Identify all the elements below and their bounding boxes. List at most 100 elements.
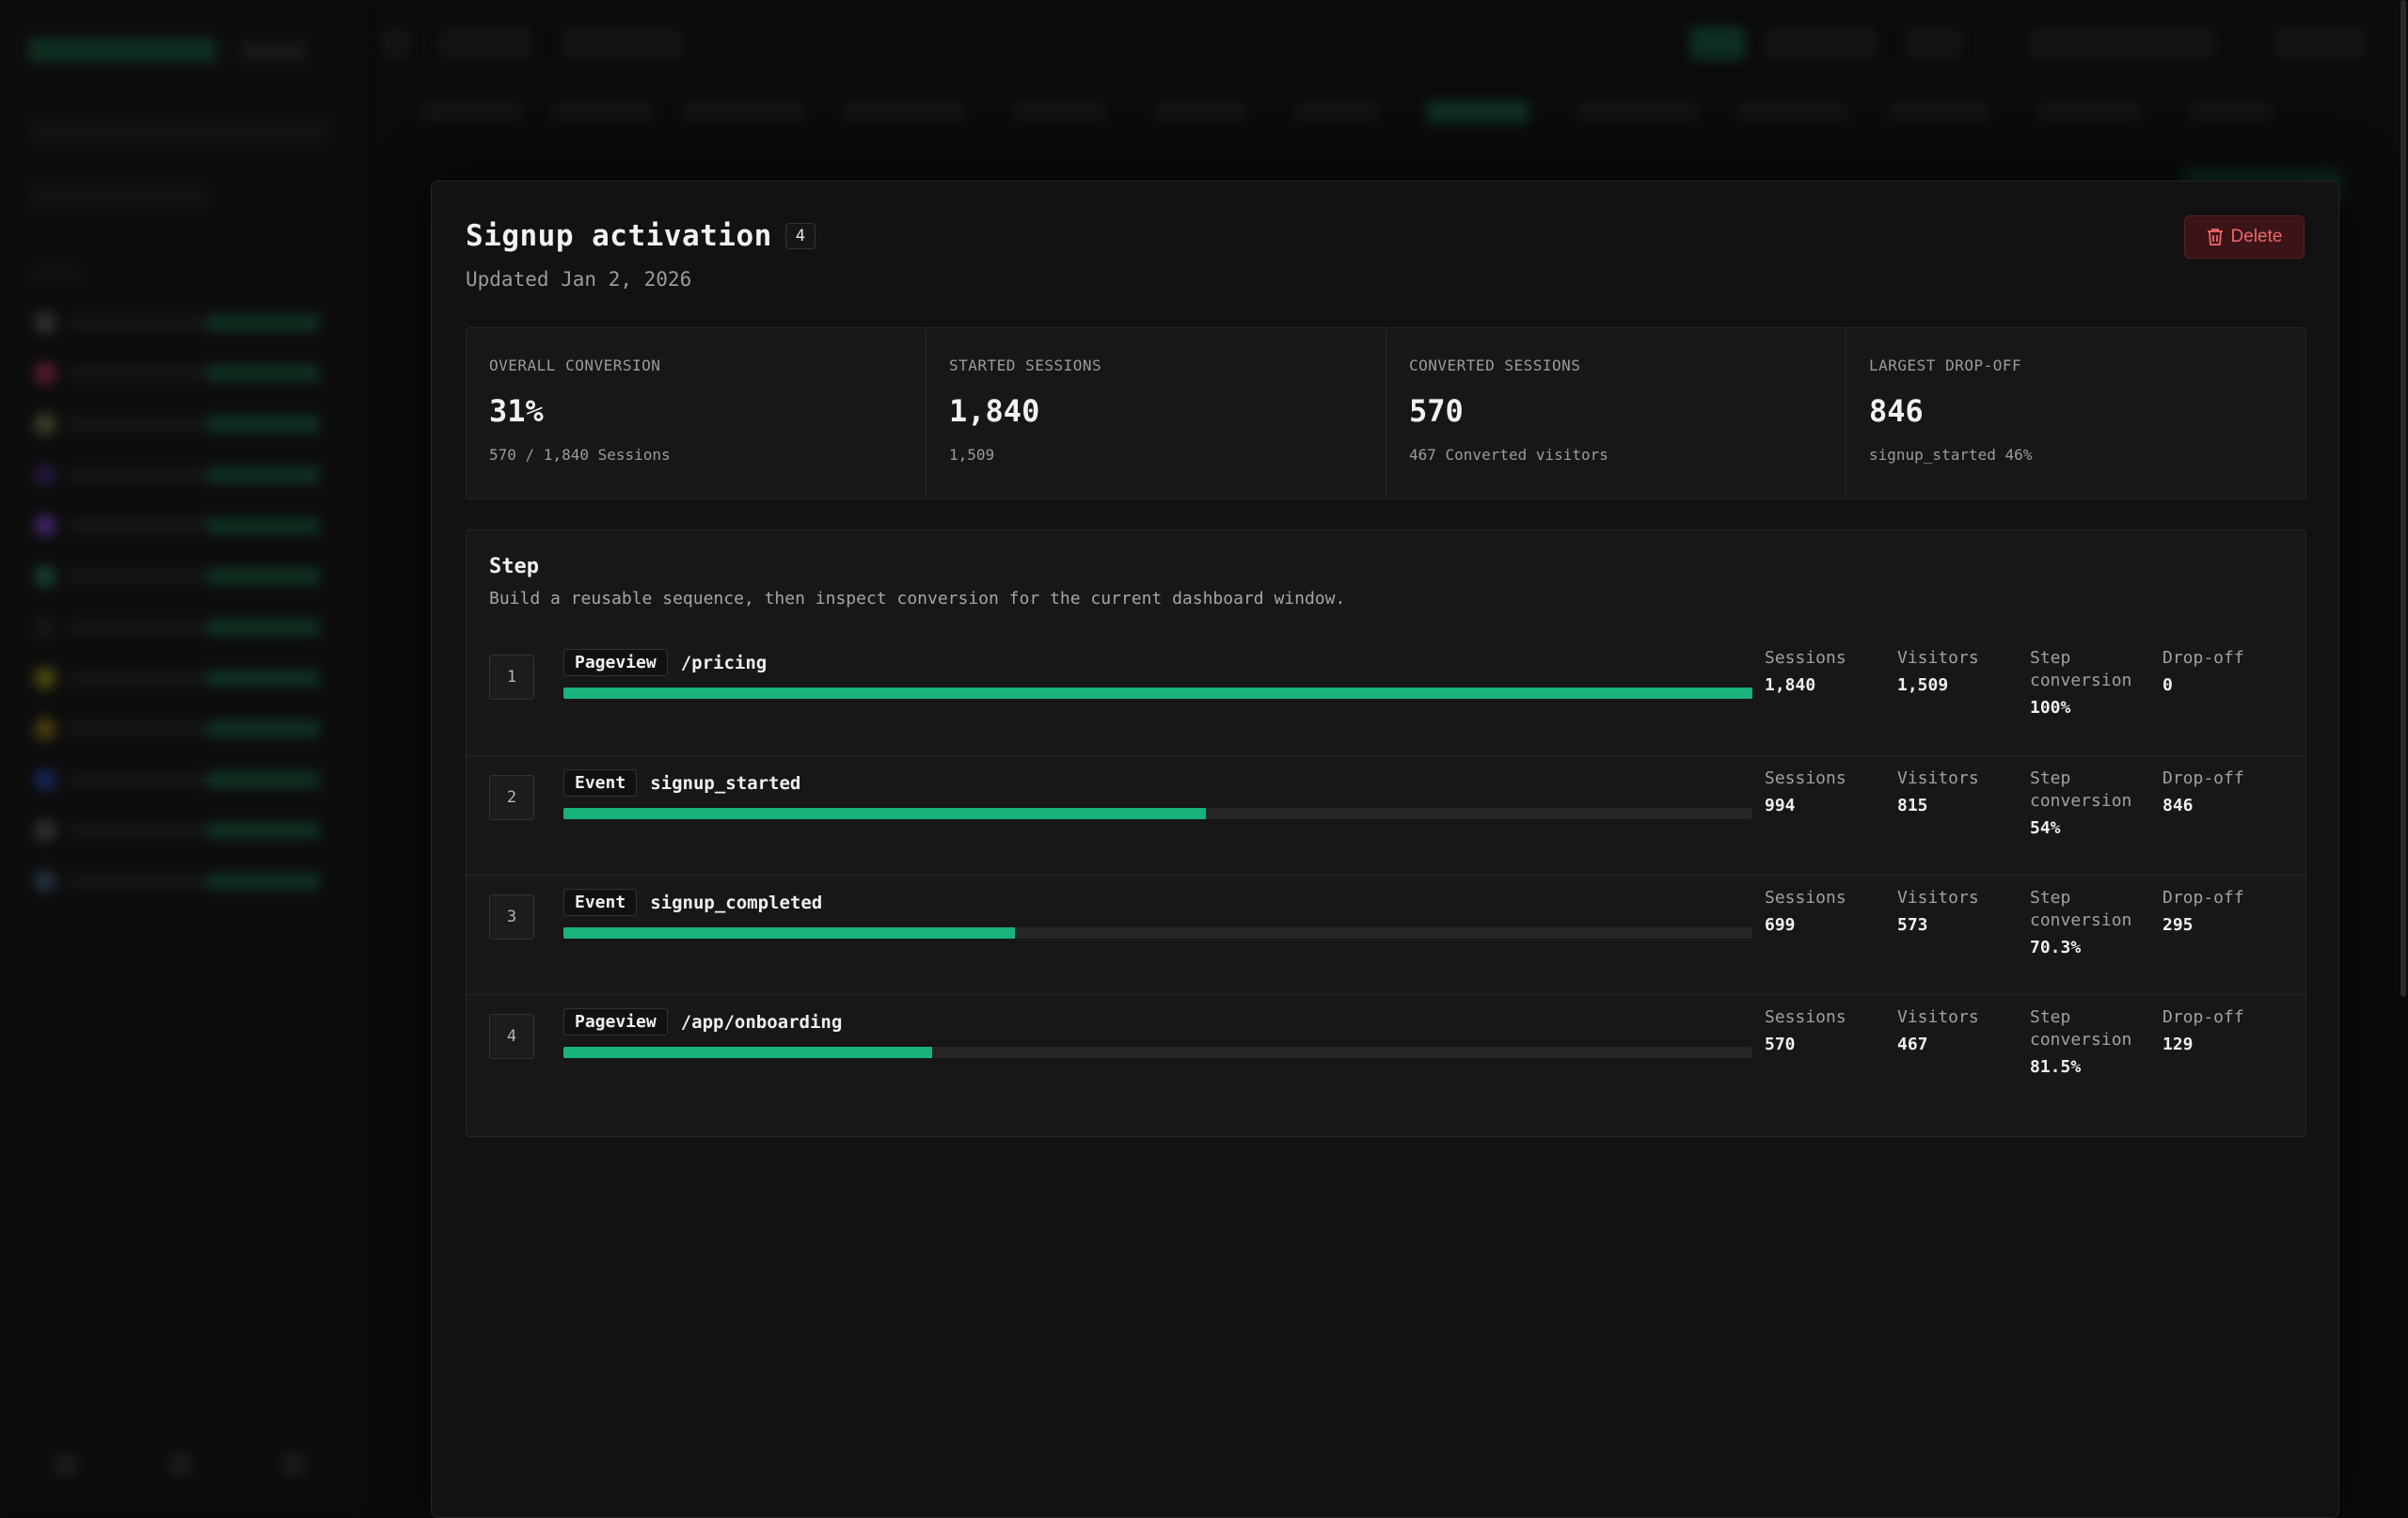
step-type-badge: Event	[563, 889, 638, 916]
background-topbar	[363, 0, 2408, 85]
delete-button-label: Delete	[2230, 227, 2283, 246]
step-progress-track	[563, 1047, 1752, 1058]
metric-visitors: Visitors 467	[1897, 1006, 1979, 1054]
stat-sub: 1,509	[949, 446, 995, 464]
step-number: 4	[489, 1014, 534, 1059]
background-site-item	[28, 410, 329, 438]
stat-label: LARGEST DROP-OFF	[1869, 356, 2022, 374]
stat-sub: 570 / 1,840 Sessions	[489, 446, 671, 464]
metric-label: Drop-off	[2162, 768, 2244, 788]
stat-sub: 467 Converted visitors	[1409, 446, 1608, 464]
stat-started-sessions: STARTED SESSIONS 1,840 1,509	[927, 328, 1386, 498]
step-number: 2	[489, 775, 534, 820]
metric-dropoff: Drop-off 295	[2162, 887, 2244, 935]
step-progress-fill	[563, 688, 1752, 699]
metric-label: Sessions	[1765, 768, 1846, 788]
step-label: Event signup_started	[563, 769, 800, 797]
background-site-item	[28, 867, 329, 895]
delete-button[interactable]: Delete	[2184, 215, 2305, 259]
step-type-badge: Event	[563, 769, 638, 797]
step-progress-fill	[563, 1047, 932, 1058]
metric-value: 129	[2162, 1035, 2194, 1054]
funnel-title: Signup activation	[466, 219, 772, 253]
stat-label: CONVERTED SESSIONS	[1409, 356, 1581, 374]
metric-label: conversion	[2030, 671, 2132, 690]
metric-label: conversion	[2030, 791, 2132, 811]
title-row: Signup activation 4	[466, 219, 816, 253]
background-tabs	[363, 89, 2408, 136]
metric-step-conversion: Step conversion 54%	[2030, 767, 2131, 838]
step-number: 3	[489, 894, 534, 940]
metric-value: 573	[1897, 915, 1928, 935]
metric-value: 100%	[2030, 698, 2071, 718]
metric-label: Drop-off	[2162, 1007, 2244, 1027]
background-site-item	[28, 816, 329, 845]
background-sidebar-row	[28, 184, 207, 209]
background-sidebar	[0, 0, 363, 1504]
page-scrollbar[interactable]	[2400, 0, 2406, 997]
step-progress-fill	[563, 927, 1016, 939]
metric-step-conversion: Step conversion 70.3%	[2030, 887, 2131, 957]
background-sidebar-row	[28, 118, 329, 142]
step-target: /app/onboarding	[680, 1011, 843, 1033]
step-target: signup_started	[650, 772, 801, 794]
metric-label: Drop-off	[2162, 888, 2244, 908]
step-target: /pricing	[680, 652, 768, 673]
metric-label: Sessions	[1765, 648, 1846, 668]
metric-value: 0	[2162, 675, 2173, 695]
metric-label: Drop-off	[2162, 648, 2244, 668]
step-label: Event signup_completed	[563, 889, 822, 916]
stat-converted-sessions: CONVERTED SESSIONS 570 467 Converted vis…	[1386, 328, 1846, 498]
metric-step-conversion: Step conversion 81.5%	[2030, 1006, 2131, 1077]
funnel-detail-modal: Signup activation 4 Updated Jan 2, 2026 …	[431, 181, 2339, 1518]
funnel-step-row[interactable]: 1 Pageview /pricing Sessions 1,840 Visit…	[467, 636, 2305, 755]
background-site-item	[28, 766, 329, 794]
metric-step-conversion: Step conversion 100%	[2030, 647, 2131, 718]
stat-value: 846	[1869, 393, 1924, 429]
metric-value: 815	[1897, 796, 1928, 815]
step-number: 1	[489, 655, 534, 700]
step-target: signup_completed	[650, 892, 823, 913]
metric-value: 54%	[2030, 818, 2061, 838]
metric-value: 699	[1765, 915, 1796, 935]
stat-value: 570	[1409, 393, 1464, 429]
background-footer-icon	[169, 1453, 192, 1476]
updated-timestamp: Updated Jan 2, 2026	[466, 268, 692, 291]
metric-label: Sessions	[1765, 1007, 1846, 1027]
metric-value: 70.3%	[2030, 938, 2082, 957]
metric-dropoff: Drop-off 846	[2162, 767, 2244, 815]
metric-dropoff: Drop-off 0	[2162, 647, 2244, 695]
stat-value: 31%	[489, 393, 544, 429]
metric-sessions: Sessions 1,840	[1765, 647, 1846, 695]
step-progress-track	[563, 808, 1752, 819]
metric-visitors: Visitors 815	[1897, 767, 1979, 815]
funnel-step-row[interactable]: 4 Pageview /app/onboarding Sessions 570 …	[467, 994, 2305, 1115]
background-footer-icon	[282, 1453, 305, 1476]
funnel-step-row[interactable]: 3 Event signup_completed Sessions 699 Vi…	[467, 875, 2305, 995]
metric-label: Step	[2030, 888, 2071, 908]
metric-visitors: Visitors 573	[1897, 887, 1979, 935]
funnel-step-row[interactable]: 2 Event signup_started Sessions 994 Visi…	[467, 755, 2305, 876]
metric-label: Visitors	[1897, 1007, 1979, 1027]
steps-title: Step	[489, 555, 539, 578]
metric-sessions: Sessions 570	[1765, 1006, 1846, 1054]
stat-sub: signup_started 46%	[1869, 446, 2033, 464]
step-progress-track	[563, 688, 1752, 699]
stat-overall-conversion: OVERALL CONVERSION 31% 570 / 1,840 Sessi…	[467, 328, 927, 498]
metric-label: Step	[2030, 1007, 2071, 1027]
stats-summary: OVERALL CONVERSION 31% 570 / 1,840 Sessi…	[466, 327, 2306, 499]
background-site-item	[28, 461, 329, 489]
metric-value: 846	[2162, 796, 2194, 815]
metric-value: 467	[1897, 1035, 1928, 1054]
metric-value: 570	[1765, 1035, 1796, 1054]
background-site-item	[28, 613, 329, 641]
step-progress-track	[563, 927, 1752, 939]
metric-label: Visitors	[1897, 768, 1979, 788]
metric-label: Step	[2030, 768, 2071, 788]
metric-dropoff: Drop-off 129	[2162, 1006, 2244, 1054]
metric-value: 1,509	[1897, 675, 1949, 695]
metric-value: 1,840	[1765, 675, 1816, 695]
metric-value: 994	[1765, 796, 1796, 815]
background-site-item	[28, 562, 329, 591]
metric-value: 81.5%	[2030, 1057, 2082, 1077]
